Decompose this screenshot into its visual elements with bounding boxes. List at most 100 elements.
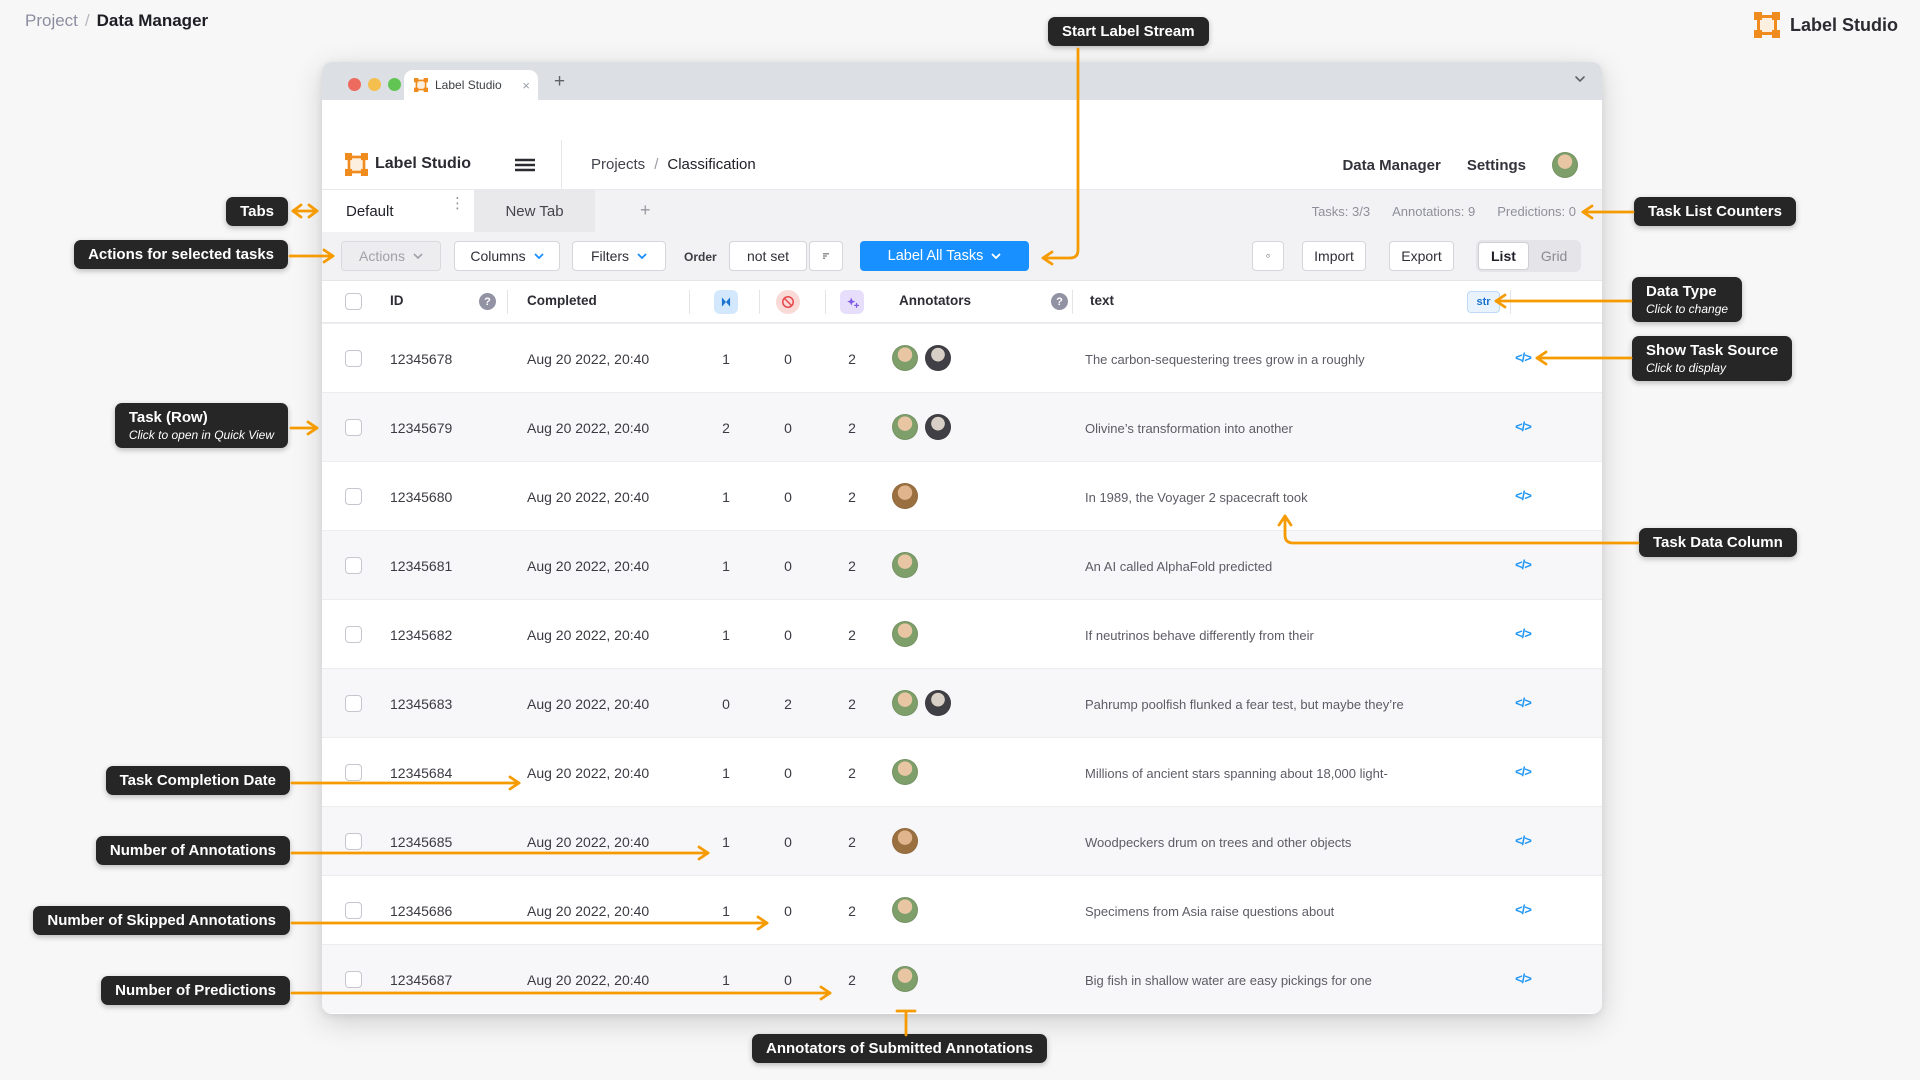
column-header-completed[interactable]: Completed: [527, 293, 597, 308]
help-icon[interactable]: ?: [1051, 293, 1068, 310]
callout-tabs: Tabs: [226, 197, 288, 226]
annotator-avatar[interactable]: [892, 414, 918, 440]
task-row[interactable]: 12345678 Aug 20 2022, 20:40 1 0 2 The carbon-…: [322, 323, 1602, 392]
annotator-avatar[interactable]: [892, 690, 918, 716]
minimize-window-button[interactable]: [368, 78, 381, 91]
help-icon[interactable]: ?: [479, 293, 496, 310]
task-row[interactable]: 12345686 Aug 20 2022, 20:40 1 0 2 Specimens f…: [322, 875, 1602, 944]
task-source-icon[interactable]: </>: [1507, 764, 1539, 779]
annotations-count-icon[interactable]: [714, 290, 738, 314]
task-row[interactable]: 12345679 Aug 20 2022, 20:40 2 0 2 Olivine’s t…: [322, 392, 1602, 461]
annotator-avatar[interactable]: [925, 414, 951, 440]
annotations-count: 1: [722, 765, 730, 781]
task-source-icon[interactable]: </>: [1507, 833, 1539, 848]
task-source-icon[interactable]: </>: [1507, 557, 1539, 572]
annotator-avatar[interactable]: [892, 897, 918, 923]
task-row[interactable]: 12345681 Aug 20 2022, 20:40 1 0 2 An AI calle…: [322, 530, 1602, 599]
breadcrumb-project[interactable]: Project: [25, 11, 78, 30]
order-value-dropdown[interactable]: not set: [729, 241, 807, 271]
task-row[interactable]: 12345687 Aug 20 2022, 20:40 1 0 2 Big fish in…: [322, 944, 1602, 1013]
row-checkbox[interactable]: [345, 419, 362, 436]
select-all-checkbox[interactable]: [345, 293, 362, 310]
task-text-snippet: An AI called AlphaFold predicted: [1085, 559, 1273, 574]
task-text-snippet: Specimens from Asia raise questions abou…: [1085, 904, 1335, 919]
data-type-badge[interactable]: str: [1467, 291, 1500, 313]
row-checkbox[interactable]: [345, 764, 362, 781]
grid-view-button[interactable]: Grid: [1529, 248, 1579, 264]
task-source-icon[interactable]: </>: [1507, 626, 1539, 641]
annotator-avatar[interactable]: [892, 966, 918, 992]
annotator-avatars: [892, 759, 918, 785]
annotator-avatar[interactable]: [925, 690, 951, 716]
menu-settings[interactable]: Settings: [1467, 157, 1526, 174]
column-header-id[interactable]: ID: [390, 293, 404, 308]
predictions-count: 2: [848, 972, 856, 988]
row-checkbox[interactable]: [345, 971, 362, 988]
annotator-avatar[interactable]: [925, 345, 951, 371]
task-source-icon[interactable]: </>: [1507, 419, 1539, 434]
close-window-button[interactable]: [348, 78, 361, 91]
column-divider: [825, 290, 826, 314]
task-id: 12345686: [390, 903, 453, 919]
actions-dropdown[interactable]: Actions: [341, 241, 441, 271]
header-right-menu: Data Manager Settings: [1342, 140, 1578, 190]
row-checkbox[interactable]: [345, 626, 362, 643]
import-button[interactable]: Import: [1302, 241, 1366, 271]
columns-dropdown[interactable]: Columns: [454, 241, 560, 271]
row-checkbox[interactable]: [345, 488, 362, 505]
add-tab-icon[interactable]: +: [640, 200, 651, 221]
skipped-annotations-icon[interactable]: [776, 290, 800, 314]
callout-num-skipped: Number of Skipped Annotations: [33, 906, 290, 935]
tab-kebab-icon[interactable]: ⋮: [450, 196, 465, 211]
sort-direction-button[interactable]: [809, 241, 843, 271]
column-divider: [1072, 290, 1073, 314]
column-header-annotators[interactable]: Annotators: [899, 293, 971, 308]
row-checkbox[interactable]: [345, 557, 362, 574]
task-row[interactable]: 12345685 Aug 20 2022, 20:40 1 0 2 Woodpeckers…: [322, 806, 1602, 875]
task-row[interactable]: 12345682 Aug 20 2022, 20:40 1 0 2 If neutrino…: [322, 599, 1602, 668]
row-checkbox[interactable]: [345, 695, 362, 712]
column-header-text[interactable]: text: [1090, 293, 1114, 308]
row-checkbox[interactable]: [345, 350, 362, 367]
filters-dropdown[interactable]: Filters: [572, 241, 666, 271]
task-source-icon[interactable]: </>: [1507, 971, 1539, 986]
browser-url-row: ← → app.heartex.com/projects/123456/data…: [322, 100, 1602, 172]
annotator-avatar[interactable]: [892, 828, 918, 854]
task-source-icon[interactable]: </>: [1507, 902, 1539, 917]
annotator-avatar[interactable]: [892, 552, 918, 578]
annotator-avatar[interactable]: [892, 759, 918, 785]
task-source-icon[interactable]: </>: [1507, 488, 1539, 503]
task-row[interactable]: 12345684 Aug 20 2022, 20:40 1 0 2 Millions of…: [322, 737, 1602, 806]
row-checkbox[interactable]: [345, 902, 362, 919]
chevron-down-icon[interactable]: [1574, 75, 1586, 83]
tab-new-tab[interactable]: New Tab: [474, 190, 595, 232]
predictions-icon[interactable]: [840, 290, 864, 314]
annotator-avatar[interactable]: [892, 483, 918, 509]
browser-tab[interactable]: Label Studio ×: [404, 70, 538, 100]
order-value: not set: [746, 248, 790, 264]
hamburger-menu-icon[interactable]: [514, 158, 536, 172]
column-divider: [759, 290, 760, 314]
task-source-icon[interactable]: </>: [1507, 695, 1539, 710]
task-completed-date: Aug 20 2022, 20:40: [527, 558, 650, 574]
tab-close-icon[interactable]: ×: [522, 78, 530, 93]
export-button[interactable]: Export: [1389, 241, 1454, 271]
list-view-button[interactable]: List: [1478, 242, 1529, 270]
annotator-avatar[interactable]: [892, 621, 918, 647]
view-tabs-bar: Default ⋮ New Tab + Tasks: 3/3 Annotatio…: [322, 190, 1602, 232]
refresh-button[interactable]: [1252, 241, 1284, 271]
menu-data-manager[interactable]: Data Manager: [1342, 157, 1440, 174]
zoom-window-button[interactable]: [388, 78, 401, 91]
user-avatar[interactable]: [1552, 152, 1578, 178]
row-checkbox[interactable]: [345, 833, 362, 850]
task-source-icon[interactable]: </>: [1507, 350, 1539, 365]
skipped-count: 0: [784, 351, 792, 367]
new-tab-icon[interactable]: +: [554, 71, 565, 93]
task-row[interactable]: 12345680 Aug 20 2022, 20:40 1 0 2 In 1989, th…: [322, 461, 1602, 530]
annotator-avatar[interactable]: [892, 345, 918, 371]
export-label: Export: [1401, 248, 1442, 264]
label-all-tasks-button[interactable]: Label All Tasks: [860, 241, 1029, 271]
view-toggle: List Grid: [1476, 240, 1582, 272]
task-row[interactable]: 12345683 Aug 20 2022, 20:40 0 2 2 Pahrump poo…: [322, 668, 1602, 737]
app-breadcrumb-projects[interactable]: Projects: [591, 156, 645, 173]
